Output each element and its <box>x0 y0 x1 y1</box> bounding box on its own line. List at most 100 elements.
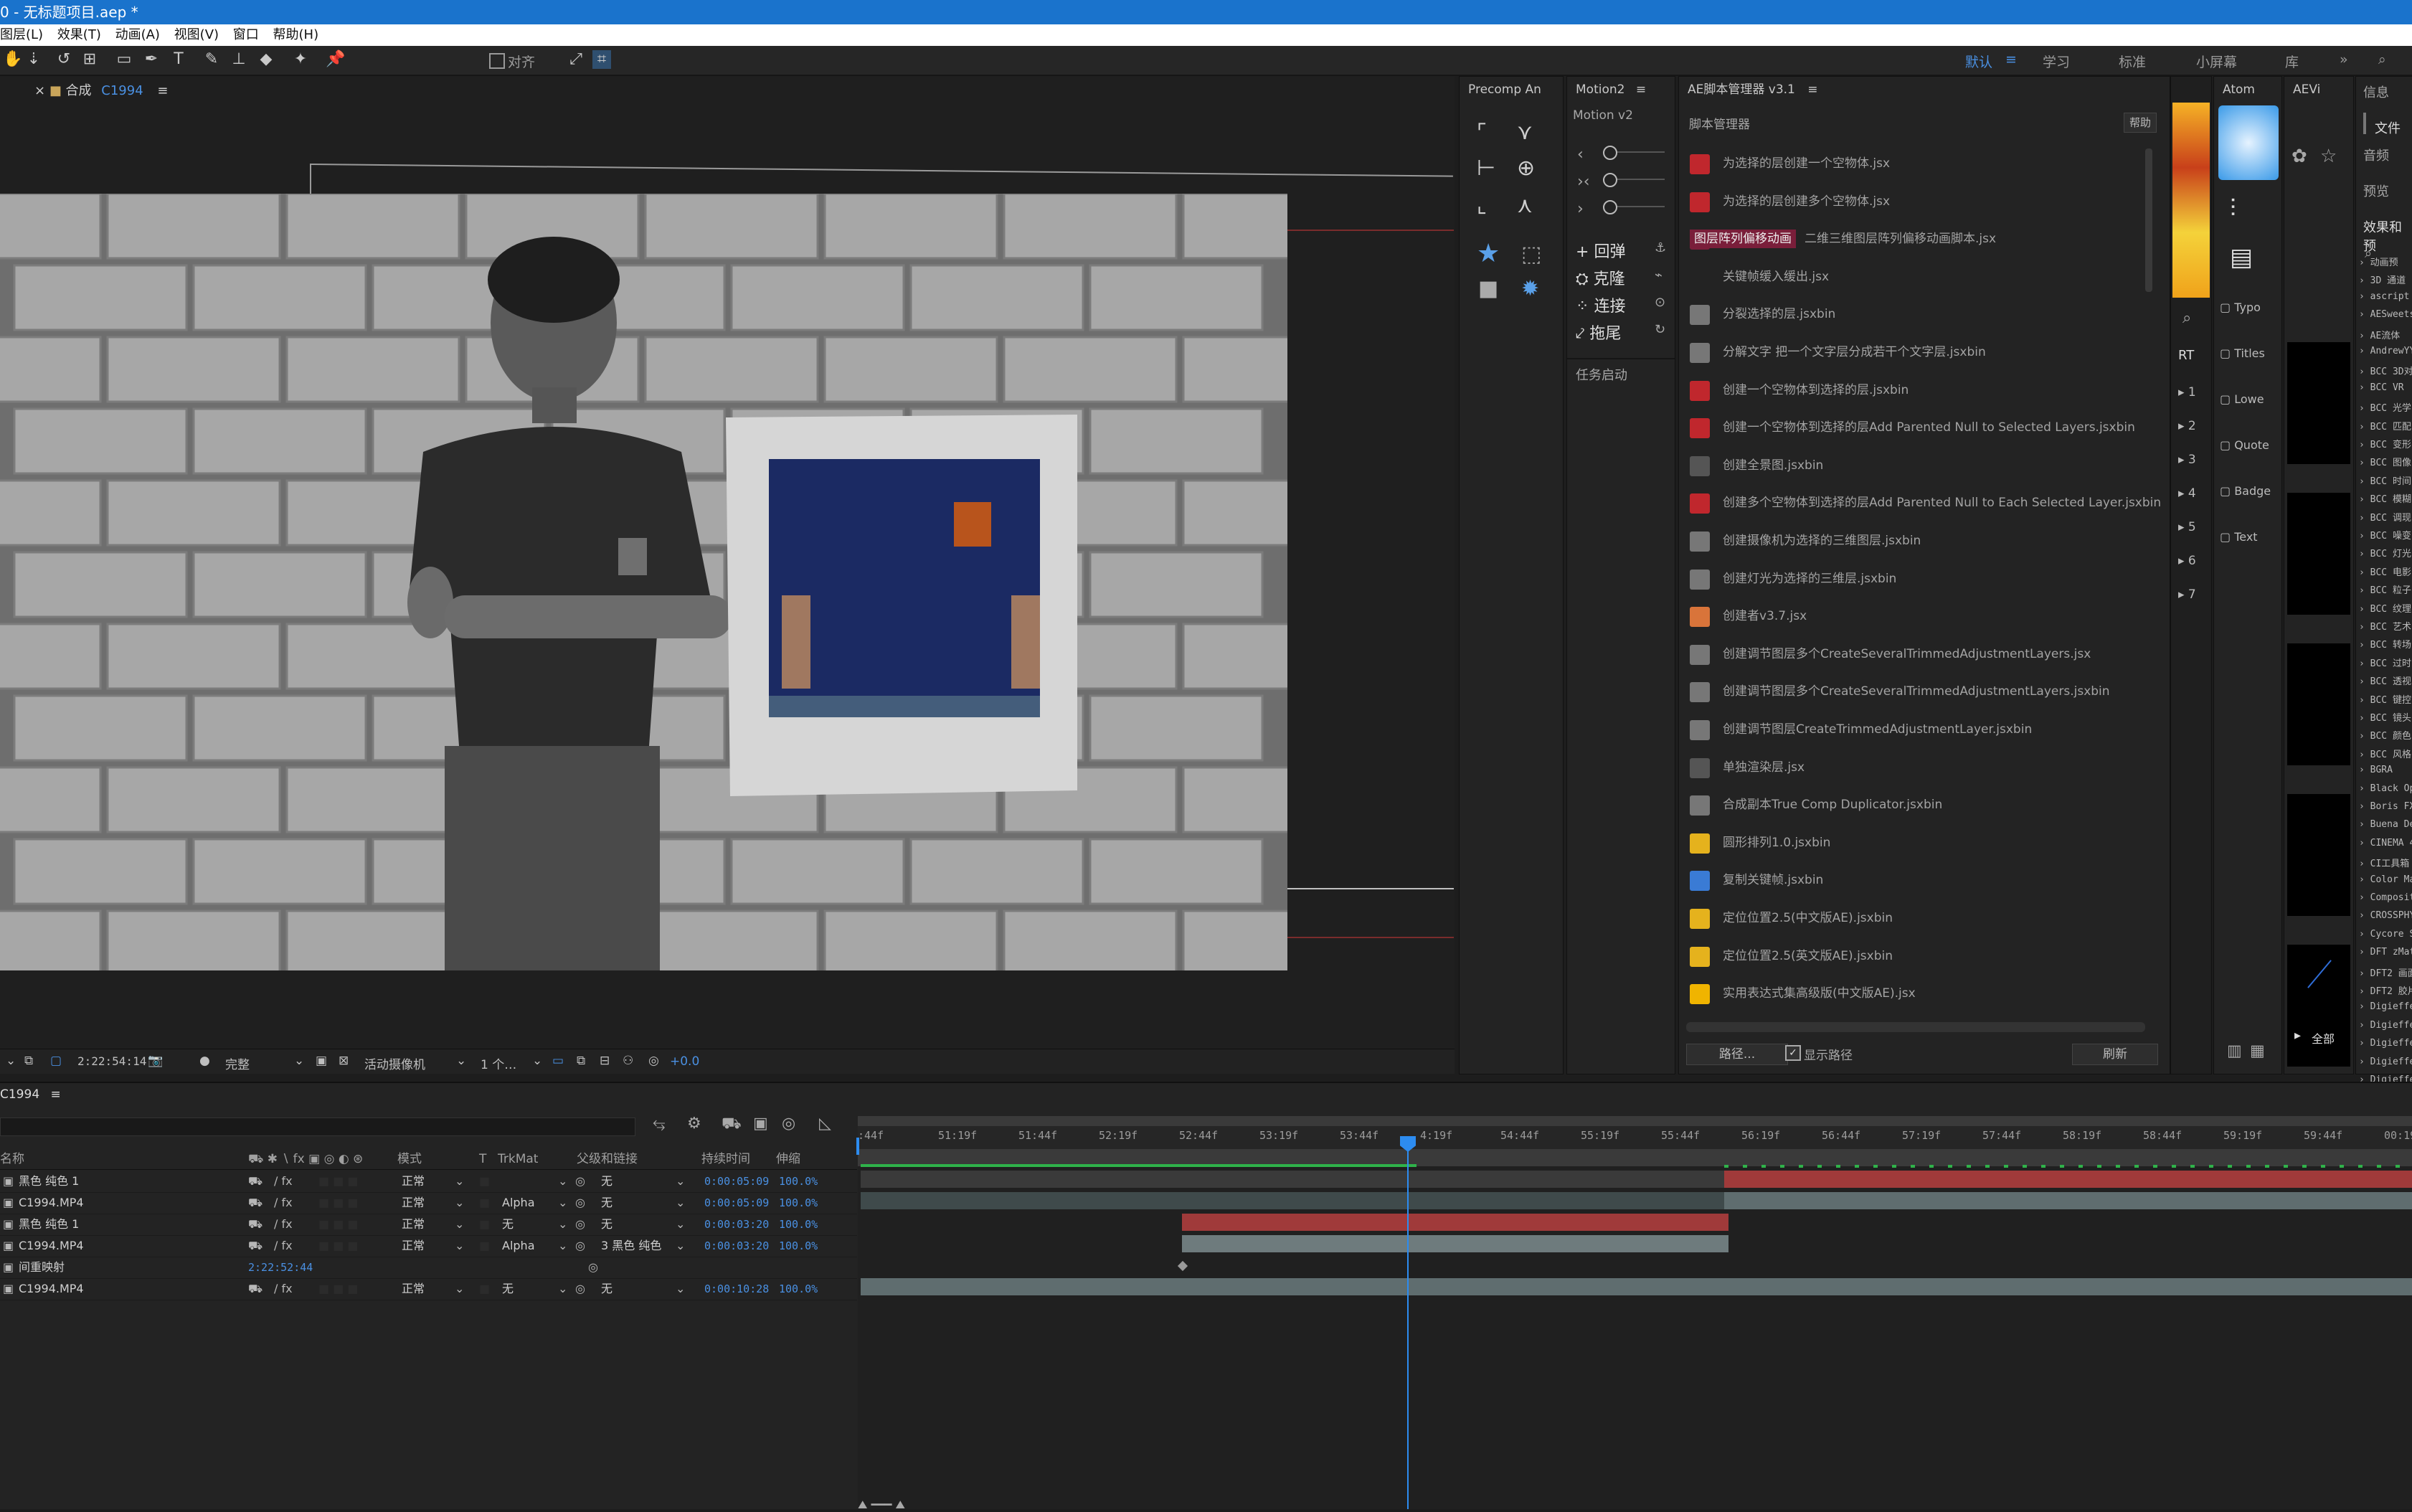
time-remap-value[interactable]: 2:22:52:44 <box>248 1257 313 1278</box>
trkmat-select[interactable]: 无 <box>502 1214 514 1235</box>
script-item[interactable]: 创建全景图.jsxbin <box>1687 448 2146 483</box>
layer-duration[interactable]: 0:00:05:09 <box>704 1171 769 1192</box>
trail-button[interactable]: ⤦ 拖尾 <box>1576 321 1621 344</box>
layer-row[interactable]: ▣ 间重映射 2:22:52:44 ◎ <box>0 1257 857 1279</box>
script-item[interactable]: 定位位置2.5(英文版AE).jsxbin <box>1687 939 2146 973</box>
text-tool-icon[interactable]: T <box>169 50 188 69</box>
snap-icon[interactable]: ⤢ <box>567 50 585 69</box>
effect-category[interactable]: › BCC 镜头 <box>2359 710 2411 724</box>
trkmat-dropdown-icon[interactable]: ⌄ <box>558 1235 567 1257</box>
layer-row[interactable]: ▣ 黑色 纯色 1 ⛟ ∕ fx ■ ■ ■ 正常 ⌄ ■ ⌄ ◎ 无 ⌄ 0:00:05:09 100.… <box>0 1171 857 1193</box>
color-channel-icon[interactable]: ● <box>199 1054 210 1068</box>
slider-3[interactable] <box>1603 200 1617 214</box>
path-button[interactable]: 路径... <box>1686 1044 1788 1065</box>
trail-settings-icon[interactable]: ↻ <box>1655 322 1665 337</box>
script-item[interactable]: 分裂选择的层.jsxbin <box>1687 297 2146 331</box>
bounce-button[interactable]: + 回弹 <box>1576 239 1625 262</box>
panel-menu-icon[interactable]: ≡ <box>51 1087 61 1102</box>
square-icon[interactable]: ■ <box>1478 276 1498 301</box>
current-time[interactable]: 2:22:54:14 <box>77 1054 146 1068</box>
shy-switch-icon[interactable]: ⛟ <box>248 1214 263 1235</box>
shy-layers-icon[interactable]: ⛟ <box>722 1115 742 1135</box>
trkmat-dropdown-icon[interactable]: ⌄ <box>558 1278 567 1300</box>
transparency-grid-icon[interactable]: ⊠ <box>339 1054 349 1068</box>
rt-item[interactable]: ▸ 3 <box>2178 453 2196 467</box>
layer-switches-icon[interactable]: ■ ■ ■ <box>318 1278 359 1300</box>
layer-row[interactable]: ▣ C1994.MP4 ⛟ ∕ fx ■ ■ ■ 正常 ⌄ ■ Alpha ⌄ ◎ 无 ⌄ 0:00:05… <box>0 1192 857 1214</box>
parent-pickwhip-icon[interactable]: ◎ <box>575 1235 585 1257</box>
layer-duration[interactable]: 0:00:10:28 <box>704 1278 769 1300</box>
mode-dropdown-icon[interactable]: ⌄ <box>455 1278 464 1300</box>
mask-toggle-icon[interactable]: ▢ <box>50 1054 62 1068</box>
col-trkmat[interactable]: TrkMat <box>498 1149 538 1169</box>
stamp-tool-icon[interactable]: ⊥ <box>230 50 248 69</box>
zoom-icon[interactable]: ⇣ <box>24 50 43 69</box>
audio-tab[interactable]: 音频 <box>2363 146 2389 164</box>
typo-category[interactable]: ▢ Quote <box>2220 438 2269 452</box>
layer-mode-select[interactable]: 正常 <box>402 1278 425 1300</box>
workspace-standard[interactable]: 标准 <box>2119 52 2146 71</box>
eraser-tool-icon[interactable]: ◆ <box>257 50 275 69</box>
effect-category[interactable]: › BCC 颜色 <box>2359 728 2411 742</box>
roto-brush-icon[interactable]: ✦ <box>291 50 310 69</box>
layer-stretch[interactable]: 100.0% <box>779 1214 818 1235</box>
fx-switch-icon[interactable]: ∕ fx <box>274 1171 293 1192</box>
parent-select[interactable]: 无 <box>601 1278 613 1300</box>
task-start-button[interactable]: 任务启动 <box>1576 365 1627 384</box>
trkmat-select[interactable]: Alpha <box>502 1192 535 1214</box>
effect-category[interactable]: › BCC 调现 <box>2359 510 2411 524</box>
close-icon[interactable]: × <box>34 83 49 98</box>
layer-row[interactable]: ▣ 黑色 纯色 1 ⛟ ∕ fx ■ ■ ■ 正常 ⌄ ■ 无 ⌄ ◎ 无 ⌄ 0:00:03:20 100… <box>0 1214 857 1236</box>
draft-3d-icon[interactable]: ⚙ <box>687 1115 701 1133</box>
layer-switches-icon[interactable]: ■ ■ ■ <box>318 1235 359 1257</box>
layer-mode-select[interactable]: 正常 <box>402 1192 425 1214</box>
effect-category[interactable]: › ascript <box>2359 291 2409 302</box>
menu-animation[interactable]: 动画(A) <box>115 27 160 42</box>
script-item[interactable]: 创建一个空物体到选择的层Add Parented Null to Selecte… <box>1687 410 2146 445</box>
trkmat-dropdown-icon[interactable]: ⌄ <box>558 1192 567 1214</box>
anchor-top-left-icon[interactable]: ⌜ <box>1477 120 1487 145</box>
effect-category[interactable]: › BCC 粒子 <box>2359 582 2411 596</box>
script-item[interactable]: 创建灯光为选择的三维层.jsxbin <box>1687 562 2146 596</box>
effect-category[interactable]: › CI工具箱 <box>2359 856 2409 869</box>
layer-duration[interactable]: 0:00:05:09 <box>704 1192 769 1214</box>
anchor-bottom-icon[interactable]: ⋏ <box>1517 193 1533 218</box>
effect-category[interactable]: › BCC 匹配 <box>2359 419 2411 433</box>
layer-search-input[interactable] <box>0 1118 635 1136</box>
preview-thumb-2[interactable] <box>2287 493 2350 615</box>
bounce-settings-icon[interactable]: ⚓ <box>1655 240 1666 255</box>
arrow-right-icon[interactable]: › <box>1577 200 1584 218</box>
parent-dropdown-icon[interactable]: ⌄ <box>676 1235 685 1257</box>
col-mode[interactable]: 模式 <box>397 1149 422 1169</box>
parent-dropdown-icon[interactable]: ⌄ <box>676 1278 685 1300</box>
layer-bar-6[interactable] <box>861 1278 2412 1295</box>
quality-select[interactable]: 完整 <box>225 1054 250 1072</box>
layer-mode-select[interactable]: 正常 <box>402 1235 425 1257</box>
layer-stretch[interactable]: 100.0% <box>779 1235 818 1257</box>
rt-item[interactable]: ▸ 2 <box>2178 419 2196 433</box>
effect-category[interactable]: › DFT2 画面 <box>2359 965 2412 979</box>
layer-visibility-icon[interactable]: ▣ <box>3 1257 14 1278</box>
select-region-icon[interactable]: ⬚ <box>1521 242 1541 267</box>
exposure-icon[interactable]: ◎ <box>648 1054 659 1068</box>
script-item[interactable]: 创建摄像机为选择的三维图层.jsxbin <box>1687 524 2146 558</box>
shy-switch-icon[interactable]: ⛟ <box>248 1192 263 1214</box>
preview-thumb-1[interactable] <box>2287 342 2350 464</box>
rt-item[interactable]: ▸ 1 <box>2178 385 2196 400</box>
preview-thumb-3[interactable] <box>2287 643 2350 765</box>
effect-category[interactable]: › BCC 变形 <box>2359 437 2411 450</box>
script-item[interactable]: 分解文字 把一个文字层分成若干个文字层.jsxbin <box>1687 335 2146 369</box>
hand-icon[interactable]: ✋ <box>3 50 22 69</box>
effect-category[interactable]: › BCC 透视 <box>2359 674 2411 687</box>
workspace-menu-icon[interactable]: ≡ <box>2005 52 2017 67</box>
anchor-left-icon[interactable]: ⊢ <box>1477 156 1495 181</box>
show-path-checkbox[interactable]: ✓ <box>1785 1045 1801 1061</box>
quality-dropdown-icon[interactable]: ⌄ <box>294 1054 304 1068</box>
arrow-left-icon[interactable]: ‹ <box>1577 146 1584 164</box>
expand-all-icon[interactable]: ▸ <box>2294 1028 2301 1043</box>
parent-pickwhip-icon[interactable]: ◎ <box>575 1214 585 1235</box>
parent-select[interactable]: 无 <box>601 1214 613 1235</box>
workspace-library[interactable]: 库 <box>2285 52 2299 71</box>
menu-help[interactable]: 帮助(H) <box>273 27 319 42</box>
grid-icon[interactable]: ⌗ <box>592 50 611 69</box>
